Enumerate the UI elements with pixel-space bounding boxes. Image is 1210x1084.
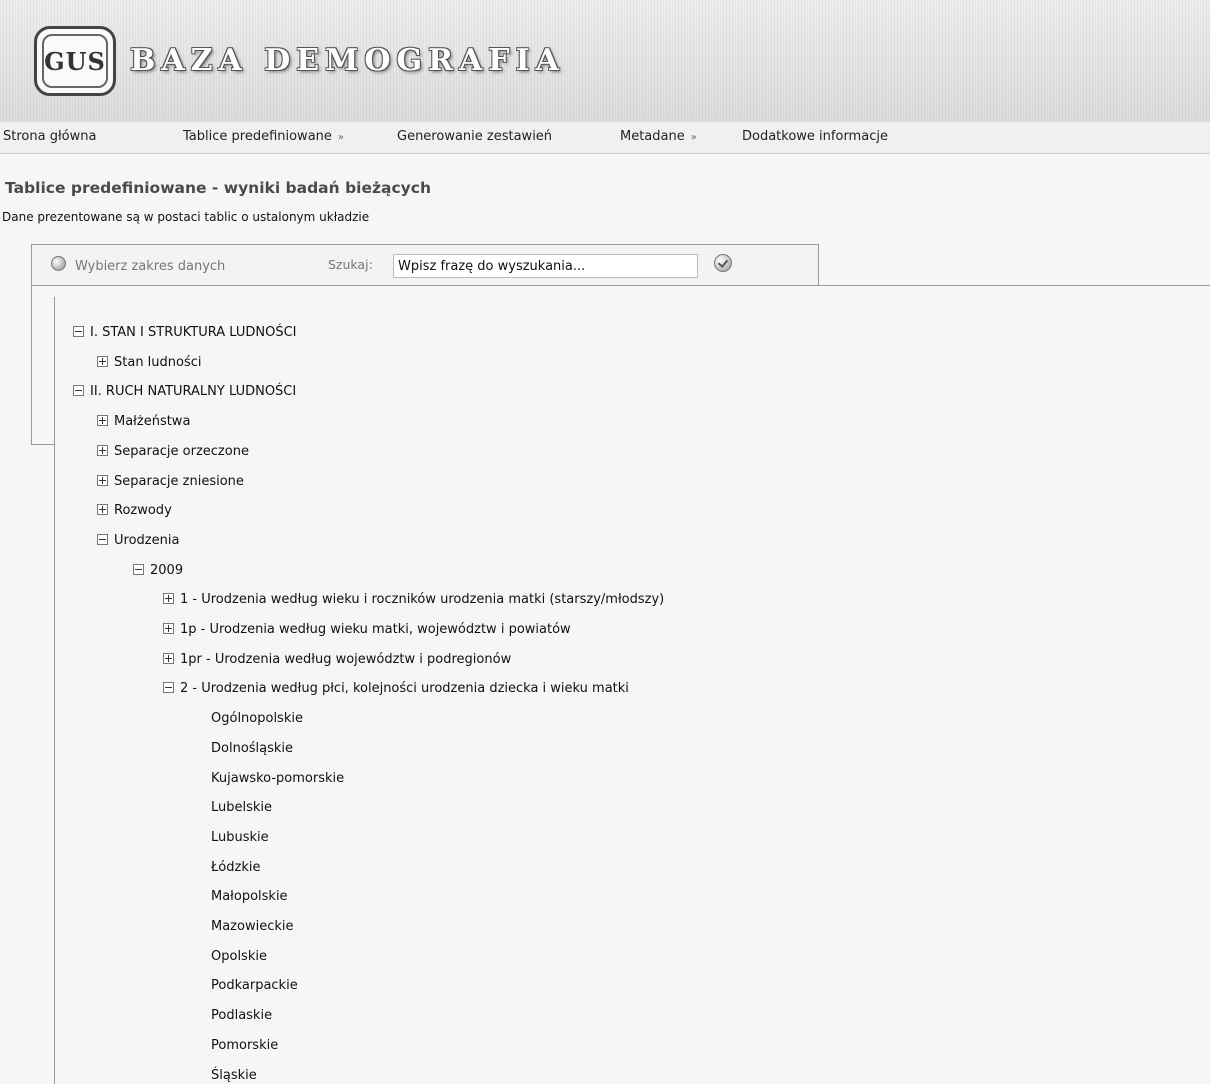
tree-leaf[interactable]: Małopolskie	[211, 889, 288, 904]
tree-node-label: Pomorskie	[211, 1038, 279, 1053]
nav-item-additional-info[interactable]: Dodatkowe informacje	[742, 129, 888, 144]
expand-icon[interactable]	[163, 593, 174, 604]
expand-icon[interactable]	[97, 445, 108, 456]
header-banner: GUS BAZA DEMOGRAFIA	[0, 0, 1210, 123]
tree-node-label: 1 - Urodzenia według wieku i roczników u…	[180, 592, 665, 607]
gus-logo[interactable]: GUS	[34, 26, 116, 96]
tree-node[interactable]: Separacje zniesione	[97, 474, 244, 489]
tree-node-label: Łódzkie	[211, 860, 261, 875]
collapse-icon[interactable]	[73, 326, 84, 337]
tree-leaf[interactable]: Ogólnopolskie	[211, 711, 303, 726]
tree-node[interactable]: 1 - Urodzenia według wieku i roczników u…	[163, 592, 664, 607]
tree-leaf[interactable]: Podlaskie	[211, 1008, 272, 1023]
tree-node[interactable]: Stan ludności	[97, 355, 202, 370]
tree-node-label: Urodzenia	[114, 533, 180, 548]
tree-leaf[interactable]: Pomorskie	[211, 1038, 278, 1053]
chevron-down-icon: »	[337, 132, 345, 143]
tree-node-label: Lubuskie	[211, 830, 269, 845]
page-title: Tablice predefiniowane - wyniki badań bi…	[5, 179, 431, 197]
tree-node-label: II. RUCH NATURALNY LUDNOŚCI	[90, 384, 297, 399]
tree-node-label: 1p - Urodzenia według wieku matki, wojew…	[180, 622, 571, 637]
tree-node-label: 2009	[150, 563, 184, 578]
search-label: Szukaj:	[328, 257, 373, 272]
tree-node[interactable]: Małżeństwa	[97, 414, 190, 429]
tree-node-label: I. STAN I STRUKTURA LUDNOŚCI	[90, 325, 297, 340]
tree-node[interactable]: Separacje orzeczone	[97, 444, 249, 459]
tree-leaf[interactable]: Mazowieckie	[211, 919, 294, 934]
tree-node-label: Małopolskie	[211, 889, 288, 904]
nav-item-predefined-tables[interactable]: Tablice predefiniowane»	[183, 129, 344, 144]
tree-node[interactable]: II. RUCH NATURALNY LUDNOŚCI	[73, 384, 296, 399]
tree-node-label: Separacje orzeczone	[114, 444, 249, 459]
tree-node-label: Podkarpackie	[211, 978, 298, 993]
chevron-down-icon: »	[690, 132, 697, 143]
tree-node[interactable]: 2009	[133, 563, 183, 578]
tree-node-label: Kujawsko-pomorskie	[211, 771, 345, 786]
nav-item-home[interactable]: Strona główna	[3, 129, 96, 144]
tree-node[interactable]: I. STAN I STRUKTURA LUDNOŚCI	[73, 325, 296, 340]
tree-node-label: Dolnośląskie	[211, 741, 294, 756]
nav-item-generate-reports[interactable]: Generowanie zestawień	[397, 129, 552, 144]
tree-node-label: Śląskie	[211, 1068, 257, 1083]
expand-icon[interactable]	[97, 475, 108, 486]
tree-node-label: Separacje zniesione	[114, 474, 244, 489]
scope-selector-label[interactable]: Wybierz zakres danych	[75, 259, 225, 274]
app-title: BAZA DEMOGRAFIA	[130, 43, 565, 78]
expand-icon[interactable]	[97, 356, 108, 367]
tree-node-label: Mazowieckie	[211, 919, 294, 934]
logo-text: GUS	[42, 34, 108, 88]
search-input[interactable]	[393, 254, 698, 278]
tree-node-label: Rozwody	[114, 503, 172, 518]
tree-node[interactable]: Rozwody	[97, 503, 172, 518]
collapse-icon[interactable]	[73, 385, 84, 396]
nav-item-metadata[interactable]: Metadane»	[620, 129, 697, 144]
tree-node-label: 2 - Urodzenia według płci, kolejności ur…	[180, 681, 629, 696]
tree-leaf[interactable]: Śląskie	[211, 1068, 257, 1083]
tree-node-label: Małżeństwa	[114, 414, 191, 429]
tree-leaf[interactable]: Opolskie	[211, 949, 267, 964]
tree-node-label: Stan ludności	[114, 355, 202, 370]
tree-leaf[interactable]: Lubuskie	[211, 830, 269, 845]
tree-node[interactable]: Urodzenia	[97, 533, 179, 548]
expand-icon[interactable]	[97, 415, 108, 426]
tree-node-label: 1pr - Urodzenia według województw i podr…	[180, 652, 512, 667]
tree-node-label: Podlaskie	[211, 1008, 273, 1023]
tree-leaf[interactable]: Kujawsko-pomorskie	[211, 771, 344, 786]
page-description: Dane prezentowane są w postaci tablic o …	[2, 210, 370, 224]
expand-icon[interactable]	[163, 623, 174, 634]
tree-node[interactable]: 1pr - Urodzenia według województw i podr…	[163, 652, 511, 667]
tree-leaf[interactable]: Dolnośląskie	[211, 741, 293, 756]
search-submit-icon[interactable]	[714, 254, 732, 272]
tree-leaf[interactable]: Lubelskie	[211, 800, 272, 815]
help-icon[interactable]	[51, 256, 66, 271]
tree-leaf[interactable]: Łódzkie	[211, 860, 260, 875]
expand-icon[interactable]	[163, 653, 174, 664]
tree-leaf[interactable]: Podkarpackie	[211, 978, 298, 993]
main-nav: Strona główna Tablice predefiniowane» Ge…	[0, 122, 1210, 154]
tree-node[interactable]: 1p - Urodzenia według wieku matki, wojew…	[163, 622, 571, 637]
collapse-icon[interactable]	[163, 682, 174, 693]
tree-node-label: Opolskie	[211, 949, 267, 964]
collapse-icon[interactable]	[133, 564, 144, 575]
tree-node[interactable]: 2 - Urodzenia według płci, kolejności ur…	[163, 681, 629, 696]
expand-icon[interactable]	[97, 504, 108, 515]
tree-node-label: Ogólnopolskie	[211, 711, 303, 726]
collapse-icon[interactable]	[97, 534, 108, 545]
tree-node-label: Lubelskie	[211, 800, 273, 815]
